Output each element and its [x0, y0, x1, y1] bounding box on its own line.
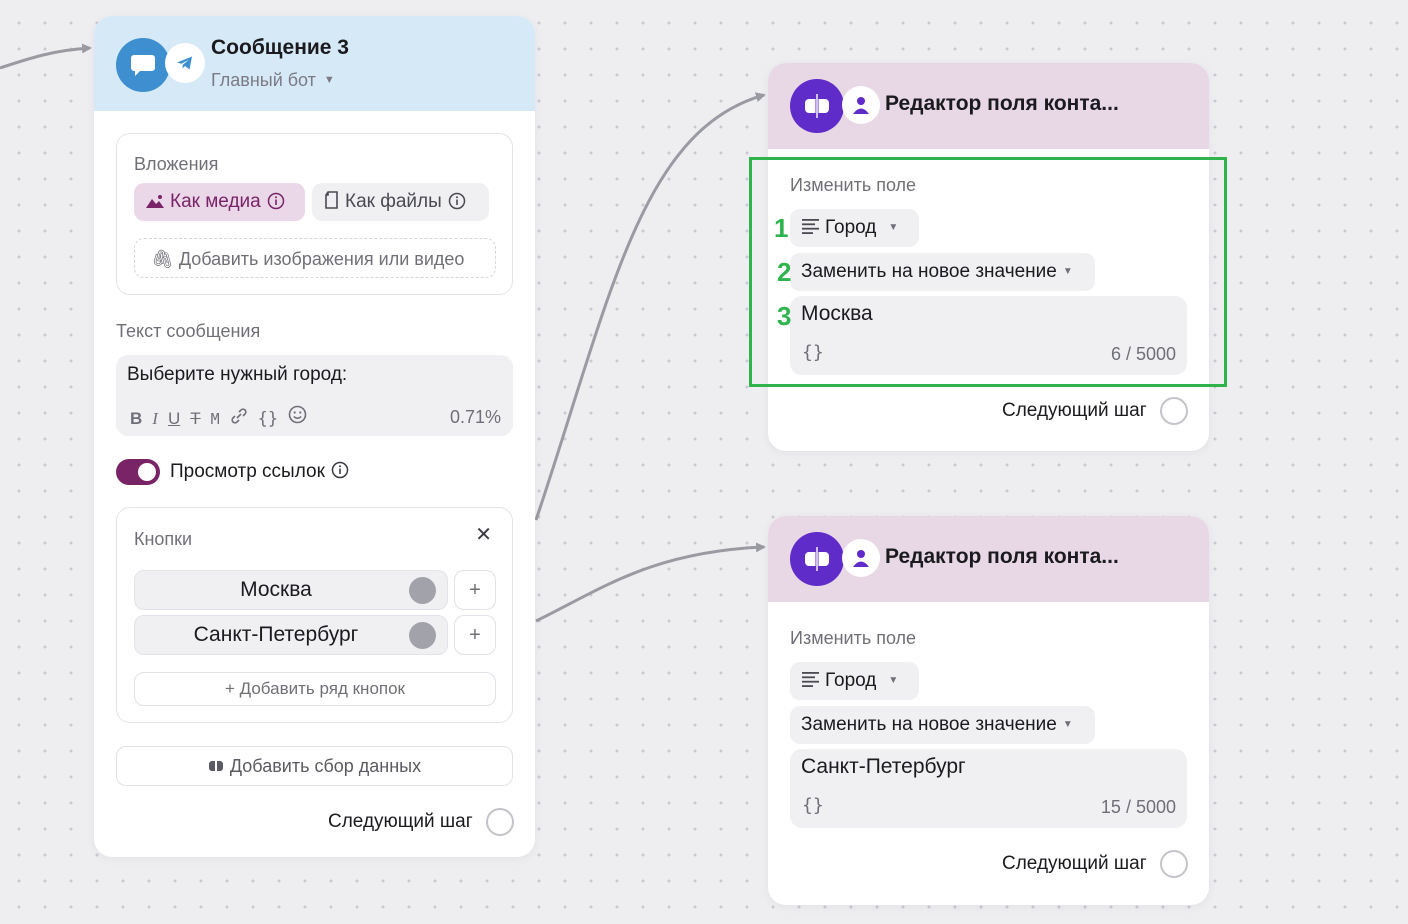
paperclip-icon: 🖇︎ — [151, 249, 174, 269]
connector-moscow — [534, 92, 766, 521]
incoming-connector — [0, 43, 92, 70]
info-icon[interactable] — [331, 461, 349, 485]
add-button-in-row[interactable]: + — [454, 570, 496, 610]
new-value-input[interactable]: Санкт-Петербург {} 15 / 5000 — [790, 749, 1187, 828]
variables-button[interactable]: {} — [802, 795, 824, 816]
link-preview-label: Просмотр ссылок — [170, 461, 325, 482]
field-editor-icon — [790, 79, 844, 133]
next-step-label: Следующий шаг — [1002, 400, 1147, 421]
next-step-connector[interactable] — [1160, 397, 1188, 425]
add-media-button[interactable]: 🖇︎ Добавить изображения или видео — [134, 238, 496, 278]
file-icon — [324, 185, 339, 223]
attachments-label: Вложения — [134, 154, 219, 174]
field-name: Город — [825, 670, 877, 691]
variables-button[interactable]: {} — [258, 409, 278, 429]
change-field-label: Изменить поле — [790, 628, 917, 648]
image-icon — [146, 185, 164, 223]
annotation-step-1: 1 — [774, 213, 789, 243]
field-editor-node[interactable]: Редактор поля конта... Изменить поле Гор… — [768, 516, 1209, 905]
next-step-connector[interactable] — [486, 808, 514, 836]
editor-title: Редактор поля конта... — [885, 92, 1119, 115]
close-icon[interactable]: ✕ — [475, 522, 492, 547]
message-node[interactable]: Сообщение 3 Главный бот ▼ Вложения Как ме… — [94, 16, 535, 857]
add-button-row[interactable]: + Добавить ряд кнопок — [134, 672, 496, 706]
text-field-icon — [802, 663, 819, 701]
message-text-label: Текст сообщения — [116, 321, 261, 341]
next-step-label: Следующий шаг — [328, 811, 473, 832]
info-icon — [267, 186, 285, 224]
link-preview-toggle[interactable] — [116, 459, 160, 485]
annotation-step-2: 2 — [777, 257, 792, 287]
field-dropdown[interactable]: Город ▼ — [790, 662, 919, 700]
as-media-button[interactable]: Как медиа — [134, 183, 305, 221]
info-icon — [448, 186, 466, 224]
contact-icon — [842, 86, 880, 124]
link-preview-label-wrap: Просмотр ссылок — [170, 461, 349, 485]
chevron-down-icon: ▼ — [323, 74, 335, 86]
button-connector-dot[interactable] — [409, 622, 436, 649]
next-step-connector[interactable] — [1160, 850, 1188, 878]
annotation-step-3: 3 — [777, 301, 792, 331]
text-usage: 0.71% — [449, 407, 501, 427]
add-media-label: Добавить изображения или видео — [178, 249, 465, 269]
as-files-label: Как файлы — [345, 191, 442, 212]
keyboard-button-spb[interactable]: Санкт-Петербург — [134, 615, 448, 655]
mode-dropdown[interactable]: Заменить на новое значение ▼ — [790, 706, 1095, 744]
bold-button[interactable]: B — [130, 409, 142, 429]
editor-title: Редактор поля конта... — [885, 545, 1119, 568]
monospace-button[interactable]: M — [211, 410, 220, 428]
message-node-header[interactable]: Сообщение 3 Главный бот ▼ — [94, 16, 535, 111]
keyboard-button-moscow[interactable]: Москва — [134, 570, 448, 610]
message-text-editor[interactable]: Выберите нужный город: B I U T M {} 0.71% — [116, 355, 513, 436]
strikethrough-button[interactable]: T — [190, 409, 200, 429]
mode-name: Заменить на новое значение — [801, 714, 1057, 735]
button-connector-dot[interactable] — [409, 577, 436, 604]
italic-button[interactable]: I — [152, 409, 158, 429]
add-button-in-row[interactable]: + — [454, 615, 496, 655]
buttons-section: Кнопки ✕ Москва + Санкт-Петербург + + До… — [116, 507, 513, 723]
connector-spb — [535, 542, 766, 623]
format-toolbar: B I U T M {} — [130, 405, 317, 429]
add-data-collection-label: Добавить сбор данных — [229, 756, 422, 776]
new-value-text[interactable]: Санкт-Петербург — [801, 755, 966, 779]
buttons-label: Кнопки — [134, 529, 193, 549]
bot-selector[interactable]: Главный бот ▼ — [211, 70, 335, 91]
as-media-label: Как медиа — [170, 191, 261, 212]
button-label: Москва — [240, 578, 312, 601]
message-text-value[interactable]: Выберите нужный город: — [127, 364, 347, 386]
link-icon[interactable] — [230, 408, 248, 429]
underline-button[interactable]: U — [168, 409, 180, 429]
annotation-highlight-frame — [749, 157, 1227, 387]
field-editor-icon — [790, 532, 844, 586]
editor-header[interactable]: Редактор поля конта... — [768, 63, 1209, 149]
button-label: Санкт-Петербург — [193, 623, 359, 646]
char-counter: 15 / 5000 — [1100, 797, 1176, 817]
next-step-label: Следующий шаг — [1002, 853, 1147, 874]
attachments-section: Вложения Как медиа Как файлы 🖇︎ Добавить… — [116, 133, 513, 295]
add-data-collection-button[interactable]: Добавить сбор данных — [116, 746, 513, 786]
chat-bubble-icon — [116, 38, 170, 92]
emoji-icon[interactable] — [288, 405, 307, 429]
data-collection-icon — [208, 749, 224, 787]
bot-name: Главный бот — [211, 70, 316, 90]
contact-icon — [842, 539, 880, 577]
message-title: Сообщение 3 — [211, 36, 349, 59]
telegram-icon — [165, 43, 205, 83]
editor-header[interactable]: Редактор поля конта... — [768, 516, 1209, 602]
chevron-down-icon: ▼ — [1062, 719, 1073, 730]
as-files-button[interactable]: Как файлы — [312, 183, 489, 221]
chevron-down-icon: ▼ — [888, 675, 899, 686]
